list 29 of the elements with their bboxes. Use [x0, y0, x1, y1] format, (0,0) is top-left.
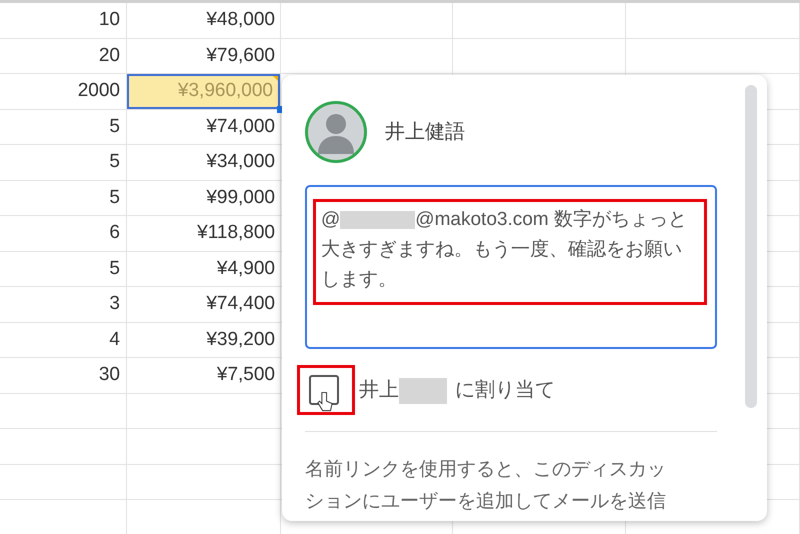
assign-label: 井上 に割り当て: [359, 375, 555, 405]
table-cell-text: 2000: [78, 79, 120, 103]
highlight-frame: [297, 365, 355, 415]
table-cell-text: 6: [109, 221, 120, 245]
help-text: 名前リンクを使用すると、このディスカッションにユーザーを追加してメールを送信: [305, 458, 667, 514]
table-cell-text: 5: [109, 186, 120, 210]
table-cell[interactable]: ¥39,200: [127, 322, 280, 357]
comment-text: @ @makoto3.com 数字がちょっと大きすぎますね。もう一度、確認をお願いします。: [321, 208, 688, 292]
table-cell-text: 10: [98, 8, 120, 32]
scrollbar-thumb[interactable]: [745, 85, 757, 408]
table-cell-text: 5: [109, 114, 120, 138]
table-cell-text: 20: [98, 44, 120, 68]
table-cell[interactable]: ¥34,000: [127, 145, 280, 180]
table-cell[interactable]: ¥7,500: [127, 358, 280, 392]
table-cell[interactable]: ¥99,000: [127, 180, 280, 215]
table-cell-text: 5: [109, 150, 120, 174]
table-cell[interactable]: ¥79,600: [127, 38, 280, 73]
table-cell-text: 4: [109, 328, 120, 352]
table-cell[interactable]: ¥74,000: [127, 110, 280, 144]
table-cell-text: 5: [109, 256, 120, 280]
table-cell[interactable]: ¥118,800: [127, 216, 280, 250]
table-cell-text: 30: [98, 363, 120, 387]
comment-field[interactable]: @ @makoto3.com 数字がちょっと大きすぎますね。もう一度、確認をお願いします。: [305, 185, 717, 349]
author-name: 井上健語: [385, 120, 465, 145]
hand-cursor-icon: [317, 391, 333, 413]
table-cell[interactable]: ¥4,900: [127, 252, 280, 286]
table-cell[interactable]: ¥74,400: [127, 287, 280, 322]
table-cell-text: 3: [109, 292, 120, 316]
table-cell[interactable]: ¥48,000: [127, 3, 280, 38]
